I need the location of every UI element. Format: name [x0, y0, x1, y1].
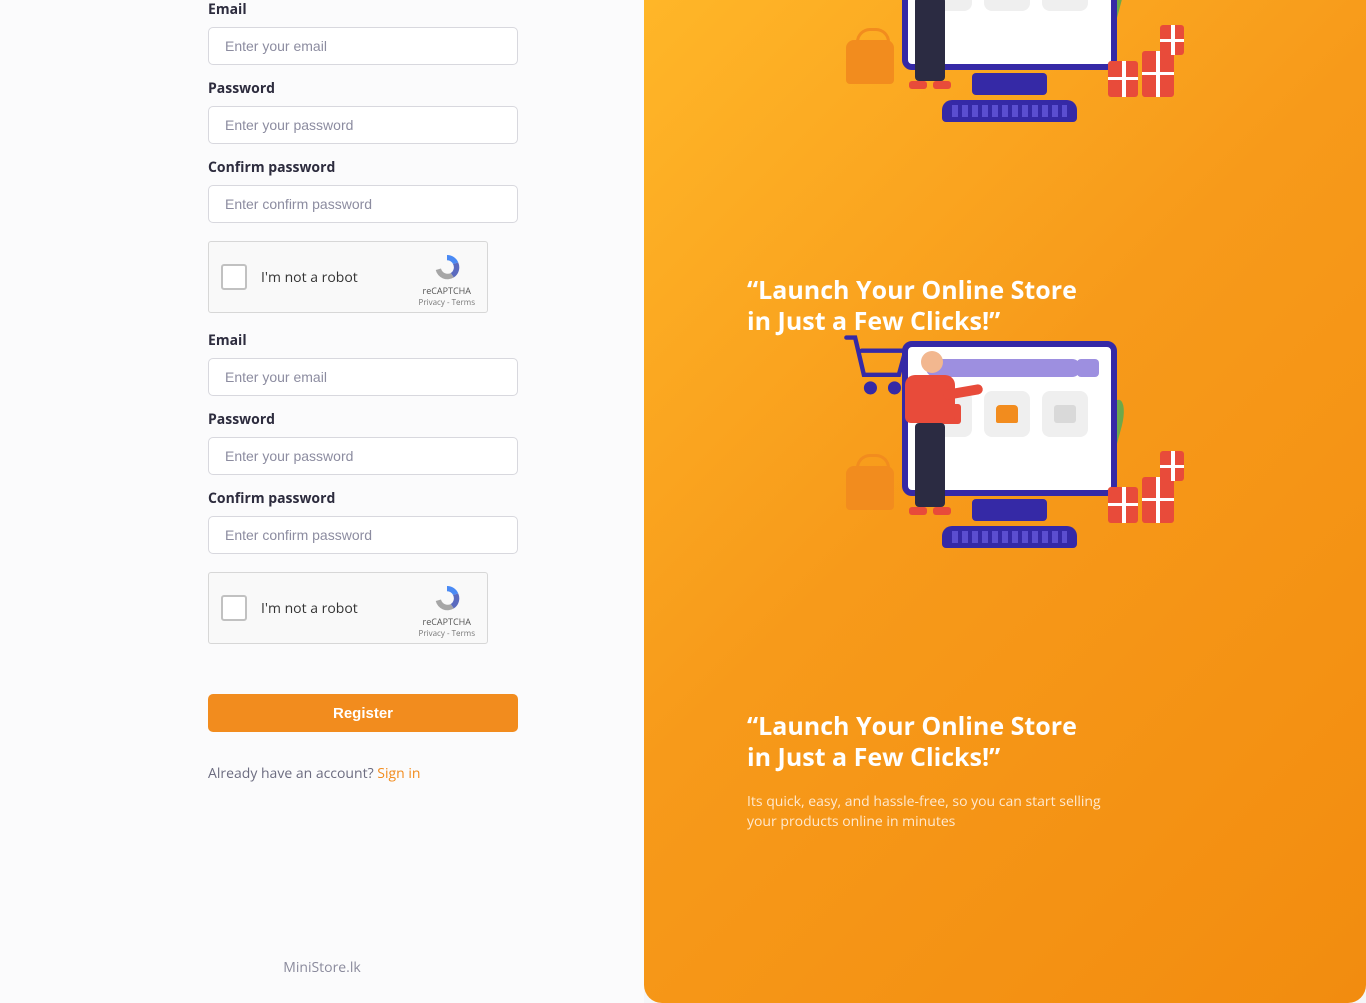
hero-block-1: “Launch Your Online Store in Just a Few … — [644, 0, 1366, 338]
recaptcha-brand: reCAPTCHA Privacy - Terms — [419, 252, 476, 308]
recaptcha-widget[interactable]: I'm not a robot reCAPTCHA Privacy - Term… — [208, 241, 488, 313]
recaptcha-checkbox-2[interactable] — [221, 595, 247, 621]
gift-boxes-icon — [1108, 451, 1198, 531]
hero-tagline: “Launch Your Online Store in Just a Few … — [747, 711, 1107, 774]
recaptcha-text-2: I'm not a robot — [261, 599, 358, 618]
recaptcha-icon — [432, 252, 462, 282]
hero-illustration — [842, 0, 1168, 155]
hero-tagline: “Launch Your Online Store in Just a Few … — [747, 275, 1107, 338]
recaptcha-icon — [432, 583, 462, 613]
recaptcha-widget-2[interactable]: I'm not a robot reCAPTCHA Privacy - Term… — [208, 572, 488, 644]
person-icon — [897, 351, 967, 531]
password-field[interactable] — [208, 106, 518, 144]
password-label-2: Password — [208, 410, 519, 429]
shopping-bag-icon — [846, 466, 894, 510]
email-field[interactable] — [208, 27, 518, 65]
register-button[interactable]: Register — [208, 694, 518, 732]
email-label: Email — [208, 0, 519, 19]
form-pane: Email Password Confirm password I'm not … — [0, 0, 644, 1003]
password-label: Password — [208, 79, 519, 98]
signin-link[interactable]: Sign in — [377, 764, 420, 783]
recaptcha-text: I'm not a robot — [261, 268, 358, 287]
confirm-password-field-2[interactable] — [208, 516, 518, 554]
recaptcha-checkbox[interactable] — [221, 264, 247, 290]
person-icon — [897, 0, 967, 105]
already-have-account: Already have an account? Sign in — [208, 764, 519, 783]
confirm-password-label: Confirm password — [208, 158, 519, 177]
recaptcha-brand-2: reCAPTCHA Privacy - Terms — [419, 583, 476, 639]
gift-boxes-icon — [1108, 25, 1198, 105]
password-field-2[interactable] — [208, 437, 518, 475]
shopping-bag-icon — [846, 40, 894, 84]
hero-subtext: Its quick, easy, and hassle-free, so you… — [747, 792, 1107, 833]
hero-pane: “Launch Your Online Store in Just a Few … — [644, 0, 1366, 1003]
hero-block-2: “Launch Your Online Store in Just a Few … — [644, 331, 1366, 832]
hero-illustration — [842, 331, 1168, 581]
confirm-password-label-2: Confirm password — [208, 489, 519, 508]
footer-brand: MiniStore.lk — [0, 958, 644, 977]
confirm-password-field[interactable] — [208, 185, 518, 223]
email-field-2[interactable] — [208, 358, 518, 396]
email-label-2: Email — [208, 331, 519, 350]
